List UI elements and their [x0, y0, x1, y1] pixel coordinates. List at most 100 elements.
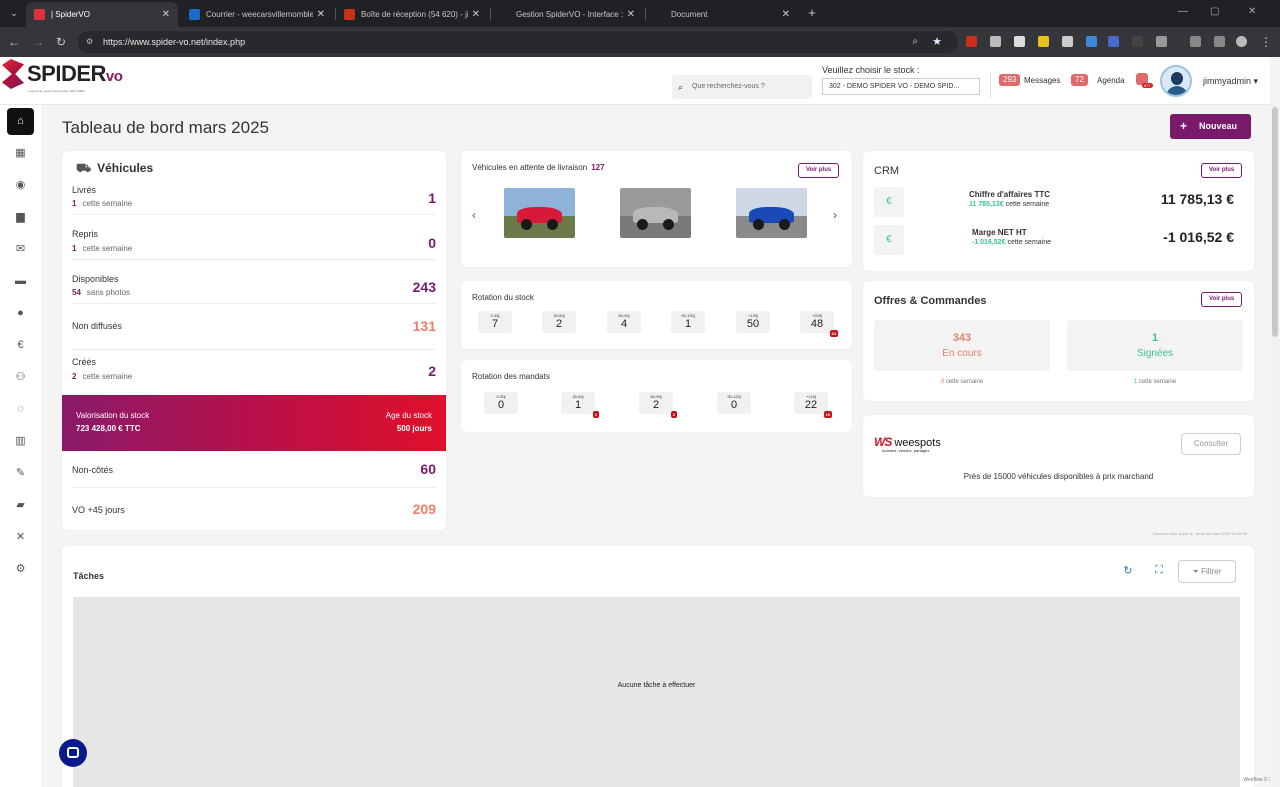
offres-signees[interactable]: 1 Signées: [1067, 320, 1243, 371]
mandat-bucket[interactable]: 90-120j 0: [717, 392, 751, 414]
extension-icon[interactable]: [966, 36, 977, 47]
euro-icon[interactable]: €: [7, 332, 34, 359]
carousel-prev-icon[interactable]: ‹: [472, 208, 476, 222]
extension-icon[interactable]: [1086, 36, 1097, 47]
close-window-icon[interactable]: ✕: [1248, 6, 1256, 17]
offres-en-cours[interactable]: 343 En cours: [874, 320, 1050, 371]
close-tab-icon[interactable]: ✕: [317, 9, 325, 20]
user-menu[interactable]: jimmyadmin ▾: [1203, 76, 1258, 87]
rotation-bucket[interactable]: 0-30j 7: [478, 311, 512, 333]
tools-icon[interactable]: ✕: [7, 524, 34, 551]
calendar-check-icon[interactable]: ▦: [7, 140, 34, 167]
chat-launcher-icon[interactable]: [59, 739, 87, 767]
reading-list-icon[interactable]: [1190, 36, 1201, 47]
fullscreen-icon[interactable]: ⛶: [1151, 564, 1167, 580]
site-info-icon[interactable]: ⚙: [86, 31, 93, 53]
close-tab-icon[interactable]: ✕: [162, 9, 170, 20]
bookmark-star-icon[interactable]: ★: [932, 31, 942, 53]
vehicule-row-disponibles[interactable]: Disponibles 54 sans photos 243: [72, 273, 436, 304]
vehicule-row-livres[interactable]: Livrés 1 cette semaine 1: [72, 183, 436, 215]
spider-vo-logo[interactable]: SPIDERvo Logiciel de gestion automobile …: [2, 59, 123, 93]
new-button[interactable]: + Nouveau: [1170, 114, 1251, 139]
agenda-link[interactable]: Agenda: [1097, 76, 1125, 85]
back-icon[interactable]: ←: [6, 34, 22, 50]
close-tab-icon[interactable]: ✕: [782, 9, 790, 20]
messages-link[interactable]: Messages: [1024, 76, 1060, 85]
browser-tab[interactable]: Document ✕: [646, 2, 798, 27]
rotation-bucket[interactable]: 90-120j 1: [671, 311, 705, 333]
tab-search-icon[interactable]: ⌄: [6, 5, 22, 21]
profile-icon[interactable]: [1236, 36, 1247, 47]
zoom-icon[interactable]: ⌕: [912, 31, 918, 53]
mandat-bucket[interactable]: 30-60j 1 1: [561, 392, 599, 418]
extension-icon[interactable]: [990, 36, 1001, 47]
truck-icon[interactable]: ▰: [7, 492, 34, 519]
maximize-icon[interactable]: ▢: [1210, 6, 1219, 17]
chart-icon[interactable]: ▥: [7, 428, 34, 455]
reload-icon[interactable]: ↻: [53, 34, 69, 50]
scrollbar-thumb[interactable]: [1272, 107, 1278, 337]
refresh-icon[interactable]: ↻: [1120, 564, 1136, 580]
crm-row-marge[interactable]: € Marge NET HT -1 016,52€ cette semaine …: [874, 225, 1244, 255]
sync-icon[interactable]: ◌: [7, 396, 34, 423]
row-value: 2: [428, 363, 436, 379]
extension-icon[interactable]: [1108, 36, 1119, 47]
rotation-bucket[interactable]: +200j 48 34: [800, 311, 838, 337]
browser-tab[interactable]: Gestion SpiderVO - Interface : ✕: [491, 2, 643, 27]
menu-dots-icon[interactable]: ⋮: [1258, 34, 1274, 50]
rotation-bucket[interactable]: +120j 50: [736, 311, 770, 333]
scrollbar[interactable]: [1270, 105, 1280, 787]
extension-icon[interactable]: [1038, 36, 1049, 47]
vehicle-photo[interactable]: [736, 188, 807, 238]
rotation-stock-card: Rotation du stock 0-30j 7 30-60j 2 60-90j 4…: [461, 281, 852, 349]
piggy-bank-icon[interactable]: ●: [7, 300, 34, 327]
users-icon[interactable]: ⚇: [7, 364, 34, 391]
carousel-next-icon[interactable]: ›: [833, 208, 837, 222]
avatar[interactable]: [1160, 65, 1192, 97]
forward-icon[interactable]: →: [30, 34, 46, 50]
user-circle-icon[interactable]: ◉: [7, 172, 34, 199]
briefcase-icon[interactable]: ▆: [7, 204, 34, 231]
vehicule-row-non-cotes[interactable]: Non-côtés 60: [72, 451, 436, 488]
vehicule-row-crees[interactable]: Créés 2 cette semaine 2: [72, 357, 436, 389]
stock-select[interactable]: 302 - DEMO SPIDER VO - DEMO SPID...: [822, 78, 980, 95]
envelope-icon[interactable]: ✉: [7, 236, 34, 263]
extension-icon[interactable]: [1132, 36, 1143, 47]
vehicle-photo[interactable]: [504, 188, 575, 238]
new-tab-button[interactable]: +: [804, 5, 820, 21]
messages-count-badge[interactable]: 293: [999, 74, 1021, 86]
consulter-button[interactable]: Consulter: [1181, 433, 1241, 455]
livraison-voir-plus-button[interactable]: Voir plus: [798, 163, 840, 178]
agenda-count-badge[interactable]: 72: [1071, 74, 1088, 86]
vehicule-row-vo-45[interactable]: VO +45 jours 209: [72, 488, 436, 526]
vehicule-row-non-diffuses[interactable]: Non diffusés 131: [72, 304, 436, 350]
gear-icon[interactable]: ⚙: [7, 556, 34, 583]
browser-tab[interactable]: Courrier - weecarsvillemomble@ ✕: [181, 2, 333, 27]
offres-voir-plus-button[interactable]: Voir plus: [1201, 292, 1243, 307]
wrench-icon[interactable]: ✎: [7, 460, 34, 487]
crm-voir-plus-button[interactable]: Voir plus: [1201, 163, 1243, 178]
car-icon[interactable]: ▬: [7, 268, 34, 295]
mandat-bucket[interactable]: 60-90j 2 2: [639, 392, 677, 418]
filter-button[interactable]: ⏷ Filtrer: [1178, 560, 1236, 583]
rotation-bucket[interactable]: 30-60j 2: [542, 311, 576, 333]
mandat-bucket[interactable]: +120j 22 19: [794, 392, 832, 418]
vehicule-row-repris[interactable]: Repris 1 cette semaine 0: [72, 228, 436, 260]
home-icon[interactable]: ⌂: [7, 108, 34, 135]
browser-tab[interactable]: Boîte de réception (54 620) - jim ✕: [336, 2, 488, 27]
mandat-bucket[interactable]: 0-30j 0: [484, 392, 518, 414]
close-tab-icon[interactable]: ✕: [627, 9, 635, 20]
minimize-icon[interactable]: —: [1178, 6, 1188, 17]
browser-tab[interactable]: | SpiderVO ✕: [26, 2, 178, 27]
search-input[interactable]: ⌕ Que recherchez-vous ?: [672, 75, 812, 99]
download-icon[interactable]: [1214, 36, 1225, 47]
vehicle-photo[interactable]: [620, 188, 691, 238]
extension-icon[interactable]: [1062, 36, 1073, 47]
close-tab-icon[interactable]: ✕: [472, 9, 480, 20]
crm-row-ca[interactable]: € Chiffre d'affaires TTC 11 785,13€ cett…: [874, 187, 1244, 217]
valorisation-banner[interactable]: Valorisation du stock 723 428,00 € TTC A…: [62, 395, 446, 451]
url-field[interactable]: ⚙ https://www.spider-vo.net/index.php ⌕ …: [78, 31, 958, 53]
rotation-bucket[interactable]: 60-90j 4: [607, 311, 641, 333]
extension-icon[interactable]: [1014, 36, 1025, 47]
extensions-puzzle-icon[interactable]: [1156, 36, 1167, 47]
